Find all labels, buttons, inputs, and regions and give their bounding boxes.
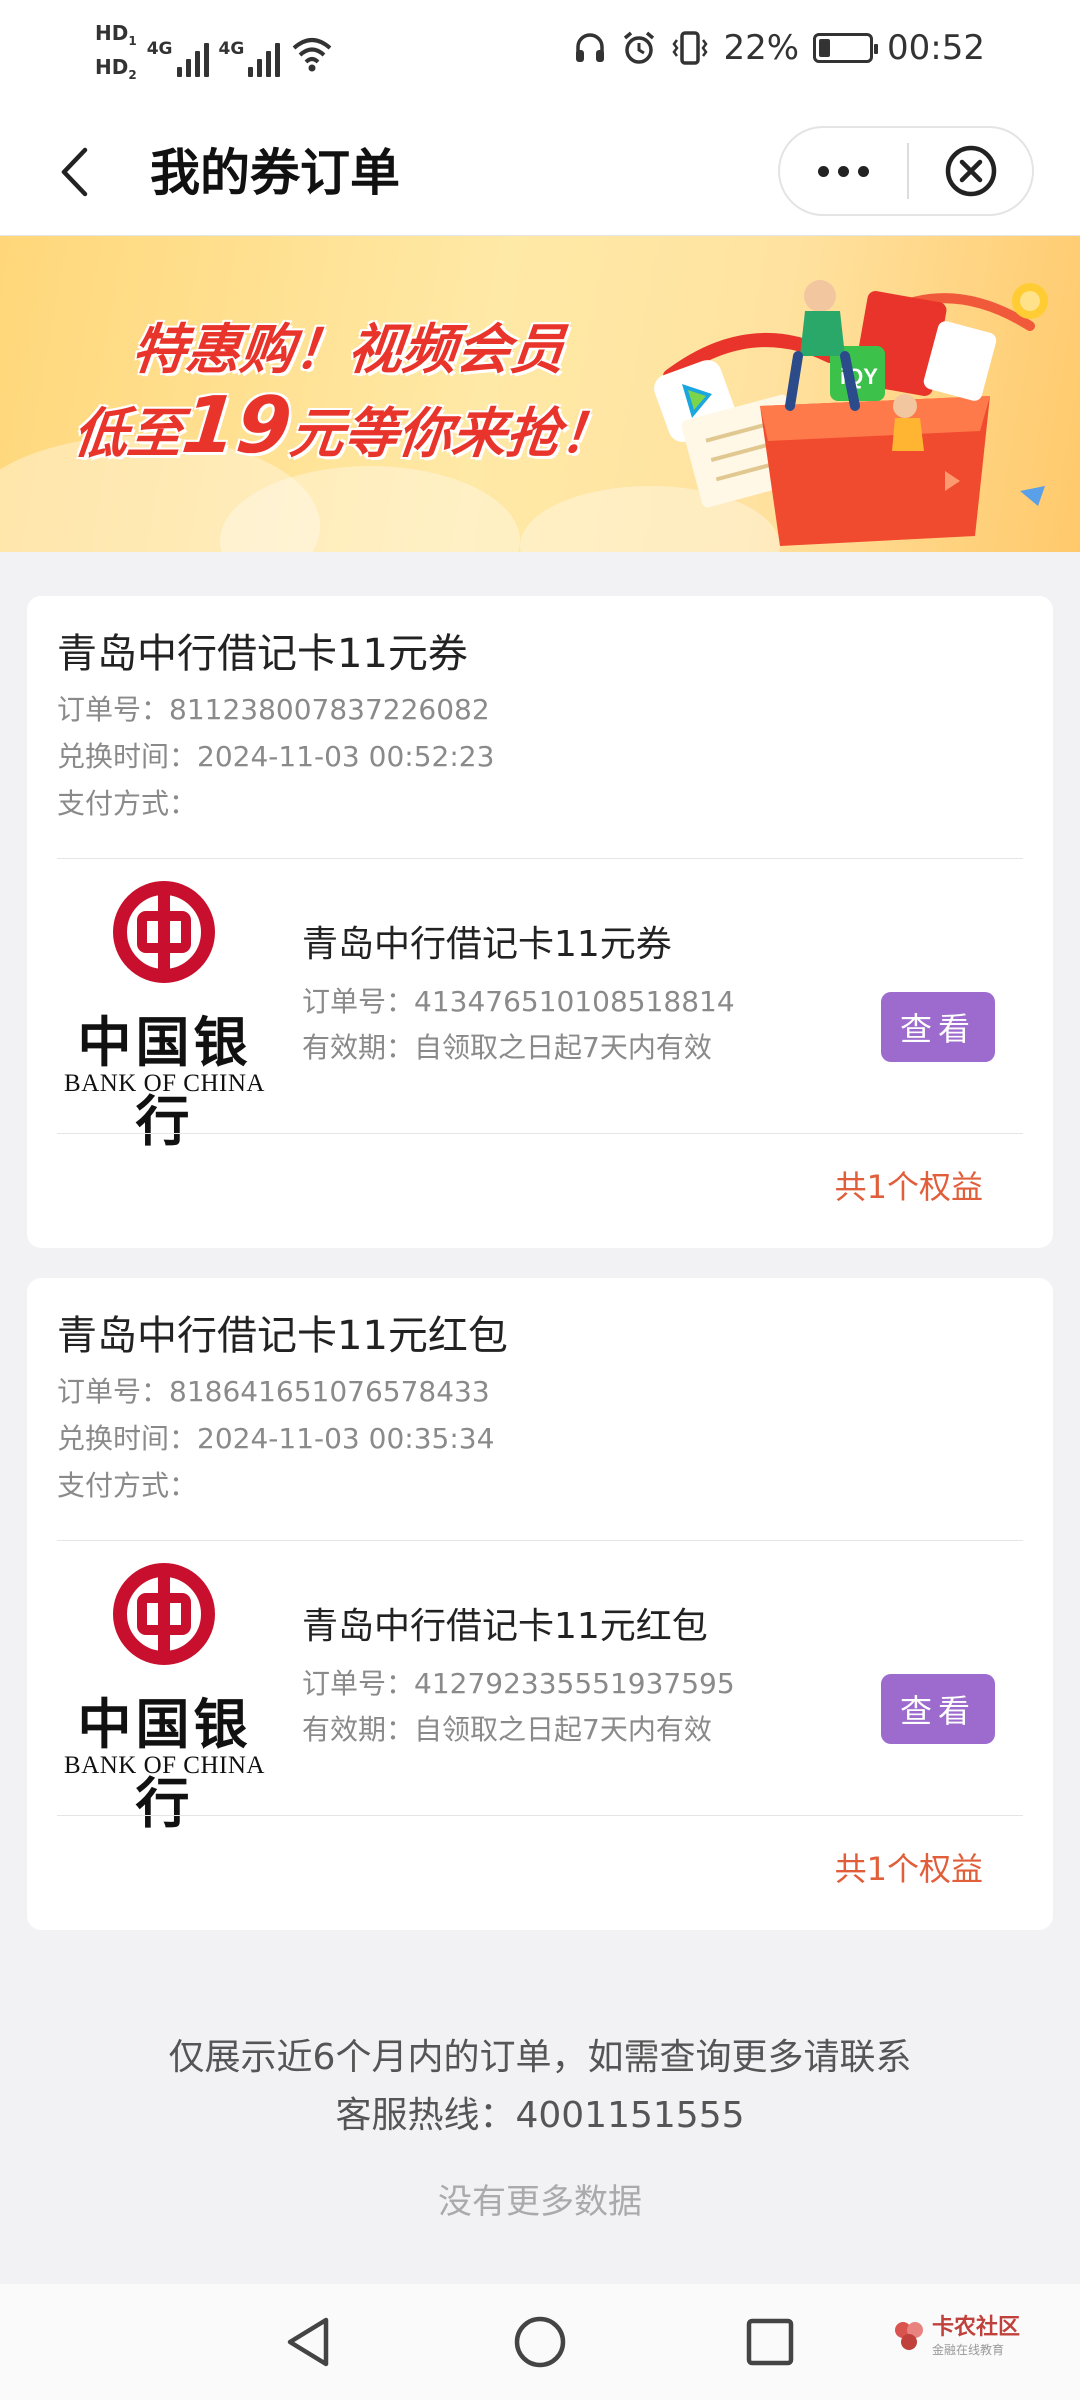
status-time: 00:52 <box>887 28 985 68</box>
status-bar: HD1 HD2 4G 4G 22% 00:52 <box>0 0 1080 108</box>
redeem-time-value: 2024-11-03 00:35:34 <box>197 1422 495 1455</box>
chevron-left-icon <box>61 147 88 197</box>
benefit-validity-label: 有效期： <box>302 1031 415 1064</box>
benefit-validity-value: 自领取之日起7天内有效 <box>414 1713 712 1746</box>
hd1-sub: 1 <box>128 34 137 48</box>
signal-label-1: 4G <box>146 39 173 59</box>
history-notice: 仅展示近6个月内的订单，如需查询更多请联系 <box>168 2037 912 2078</box>
divider <box>57 858 1023 859</box>
square-recents-icon <box>746 2318 794 2366</box>
order-card: 青岛中行借记卡11元红包 订单号：818641651076578433 兑换时间… <box>27 1278 1053 1930</box>
watermark-logo-icon <box>894 2322 923 2350</box>
back-button[interactable] <box>38 136 110 208</box>
signal-icon-1: 4G <box>147 31 209 77</box>
circle-home-icon <box>514 2316 566 2368</box>
order-number: 订单号：811238007837226082 <box>57 690 490 730</box>
boc-emblem-icon <box>113 1563 215 1665</box>
banner-line2-suffix: 元等你来抢！ <box>286 402 618 465</box>
benefit-validity-value: 自领取之日起7天内有效 <box>414 1031 712 1064</box>
redeem-time: 兑换时间：2024-11-03 00:52:23 <box>57 737 494 777</box>
system-home-button[interactable] <box>510 2312 570 2372</box>
close-circle-icon <box>945 145 996 197</box>
headphone-icon <box>576 33 605 62</box>
triangle-back-icon <box>287 2317 329 2367</box>
battery-percent: 22% <box>723 28 800 68</box>
wifi-icon <box>292 38 332 72</box>
signal-icon-2: 4G <box>219 31 281 77</box>
page-title: 我的券订单 <box>150 144 400 202</box>
hd-indicators: HD1 HD2 <box>95 20 137 88</box>
nav-bar: 我的券订单 <box>0 108 1080 236</box>
boc-logo-english: BANK OF CHINA <box>64 1752 265 1779</box>
boc-emblem-icon <box>113 881 215 983</box>
more-icon-dot <box>818 165 829 177</box>
benefit-item-number: 订单号：412792335551937595 <box>302 1664 735 1704</box>
benefit-item-number-label: 订单号： <box>302 1667 415 1700</box>
order-title: 青岛中行借记卡11元红包 <box>57 1313 508 1359</box>
order-number-value: 811238007837226082 <box>169 693 490 726</box>
promo-banner[interactable]: 特惠购！视频会员 低至19元等你来抢！ iQY <box>0 236 1080 552</box>
banner-price: 19 <box>177 381 296 471</box>
benefit-item-number: 订单号：413476510108518814 <box>302 982 735 1022</box>
vibrate-icon <box>672 31 708 65</box>
benefit-item-number-value: 413476510108518814 <box>414 985 735 1018</box>
order-number: 订单号：818641651076578433 <box>57 1372 490 1412</box>
banner-line1: 特惠购！视频会员 <box>129 318 568 381</box>
order-card: 青岛中行借记卡11元券 订单号：811238007837226082 兑换时间：… <box>27 596 1053 1248</box>
order-number-value: 818641651076578433 <box>169 1375 490 1408</box>
bank-of-china-logo: 中国银行 BANK OF CHINA <box>52 1562 277 1835</box>
signal-label-2: 4G <box>218 39 245 59</box>
divider <box>57 1540 1023 1541</box>
watermark: 卡农社区 金融在线教育 <box>892 2314 1020 2358</box>
watermark-name: 卡农社区 <box>931 2315 1020 2340</box>
view-button[interactable]: 查看 <box>881 1674 995 1744</box>
more-button[interactable] <box>780 128 907 214</box>
bank-of-china-logo: 中国银行 BANK OF CHINA <box>52 880 277 1153</box>
benefit-item-number-value: 412792335551937595 <box>414 1667 735 1700</box>
redeem-time-value: 2024-11-03 00:52:23 <box>197 740 495 773</box>
benefit-count[interactable]: 共1个权益 <box>835 1164 983 1210</box>
service-hotline[interactable]: 客服热线：4001151555 <box>0 2088 1080 2144</box>
banner-line2: 低至19元等你来抢！ <box>70 381 619 472</box>
payment-method: 支付方式： <box>57 787 198 820</box>
benefit-item-name: 青岛中行借记卡11元红包 <box>302 1606 708 1647</box>
hd2-sub: 2 <box>128 68 137 82</box>
banner-headline: 特惠购！视频会员 低至19元等你来抢！ <box>70 312 627 472</box>
redeem-time-label: 兑换时间： <box>57 740 198 773</box>
order-number-label: 订单号： <box>57 693 170 726</box>
payment-method: 支付方式： <box>57 1469 198 1502</box>
redeem-time-label: 兑换时间： <box>57 1422 198 1455</box>
benefit-validity-label: 有效期： <box>302 1713 415 1746</box>
order-number-label: 订单号： <box>57 1375 170 1408</box>
divider <box>57 1133 1023 1134</box>
benefit-validity: 有效期：自领取之日起7天内有效 <box>302 1028 712 1068</box>
banner-gift-box-illustration: iQY <box>654 280 1048 546</box>
hd1-label: HD <box>95 21 129 45</box>
more-icon-dot <box>838 165 849 177</box>
miniprogram-capsule <box>778 126 1034 216</box>
more-icon-dot <box>858 165 869 177</box>
divider <box>57 1815 1023 1816</box>
alarm-icon <box>624 31 655 64</box>
no-more-data: 没有更多数据 <box>438 2182 642 2222</box>
hd2-label: HD <box>95 55 129 79</box>
benefit-count[interactable]: 共1个权益 <box>835 1846 983 1892</box>
order-title: 青岛中行借记卡11元券 <box>57 631 468 677</box>
banner-line2-prefix: 低至 <box>70 402 185 465</box>
battery-icon <box>813 33 879 63</box>
watermark-sub: 金融在线教育 <box>931 2343 1004 2357</box>
close-button[interactable] <box>909 128 1032 214</box>
benefit-item-number-label: 订单号： <box>302 985 415 1018</box>
system-recents-button[interactable] <box>740 2312 800 2372</box>
view-button[interactable]: 查看 <box>881 992 995 1062</box>
benefit-item-name: 青岛中行借记卡11元券 <box>302 924 672 965</box>
benefit-validity: 有效期：自领取之日起7天内有效 <box>302 1710 712 1750</box>
redeem-time: 兑换时间：2024-11-03 00:35:34 <box>57 1419 494 1459</box>
system-back-button[interactable] <box>278 2312 338 2372</box>
boc-logo-english: BANK OF CHINA <box>64 1070 265 1097</box>
system-nav-bar: 卡农社区 金融在线教育 <box>0 2284 1080 2400</box>
